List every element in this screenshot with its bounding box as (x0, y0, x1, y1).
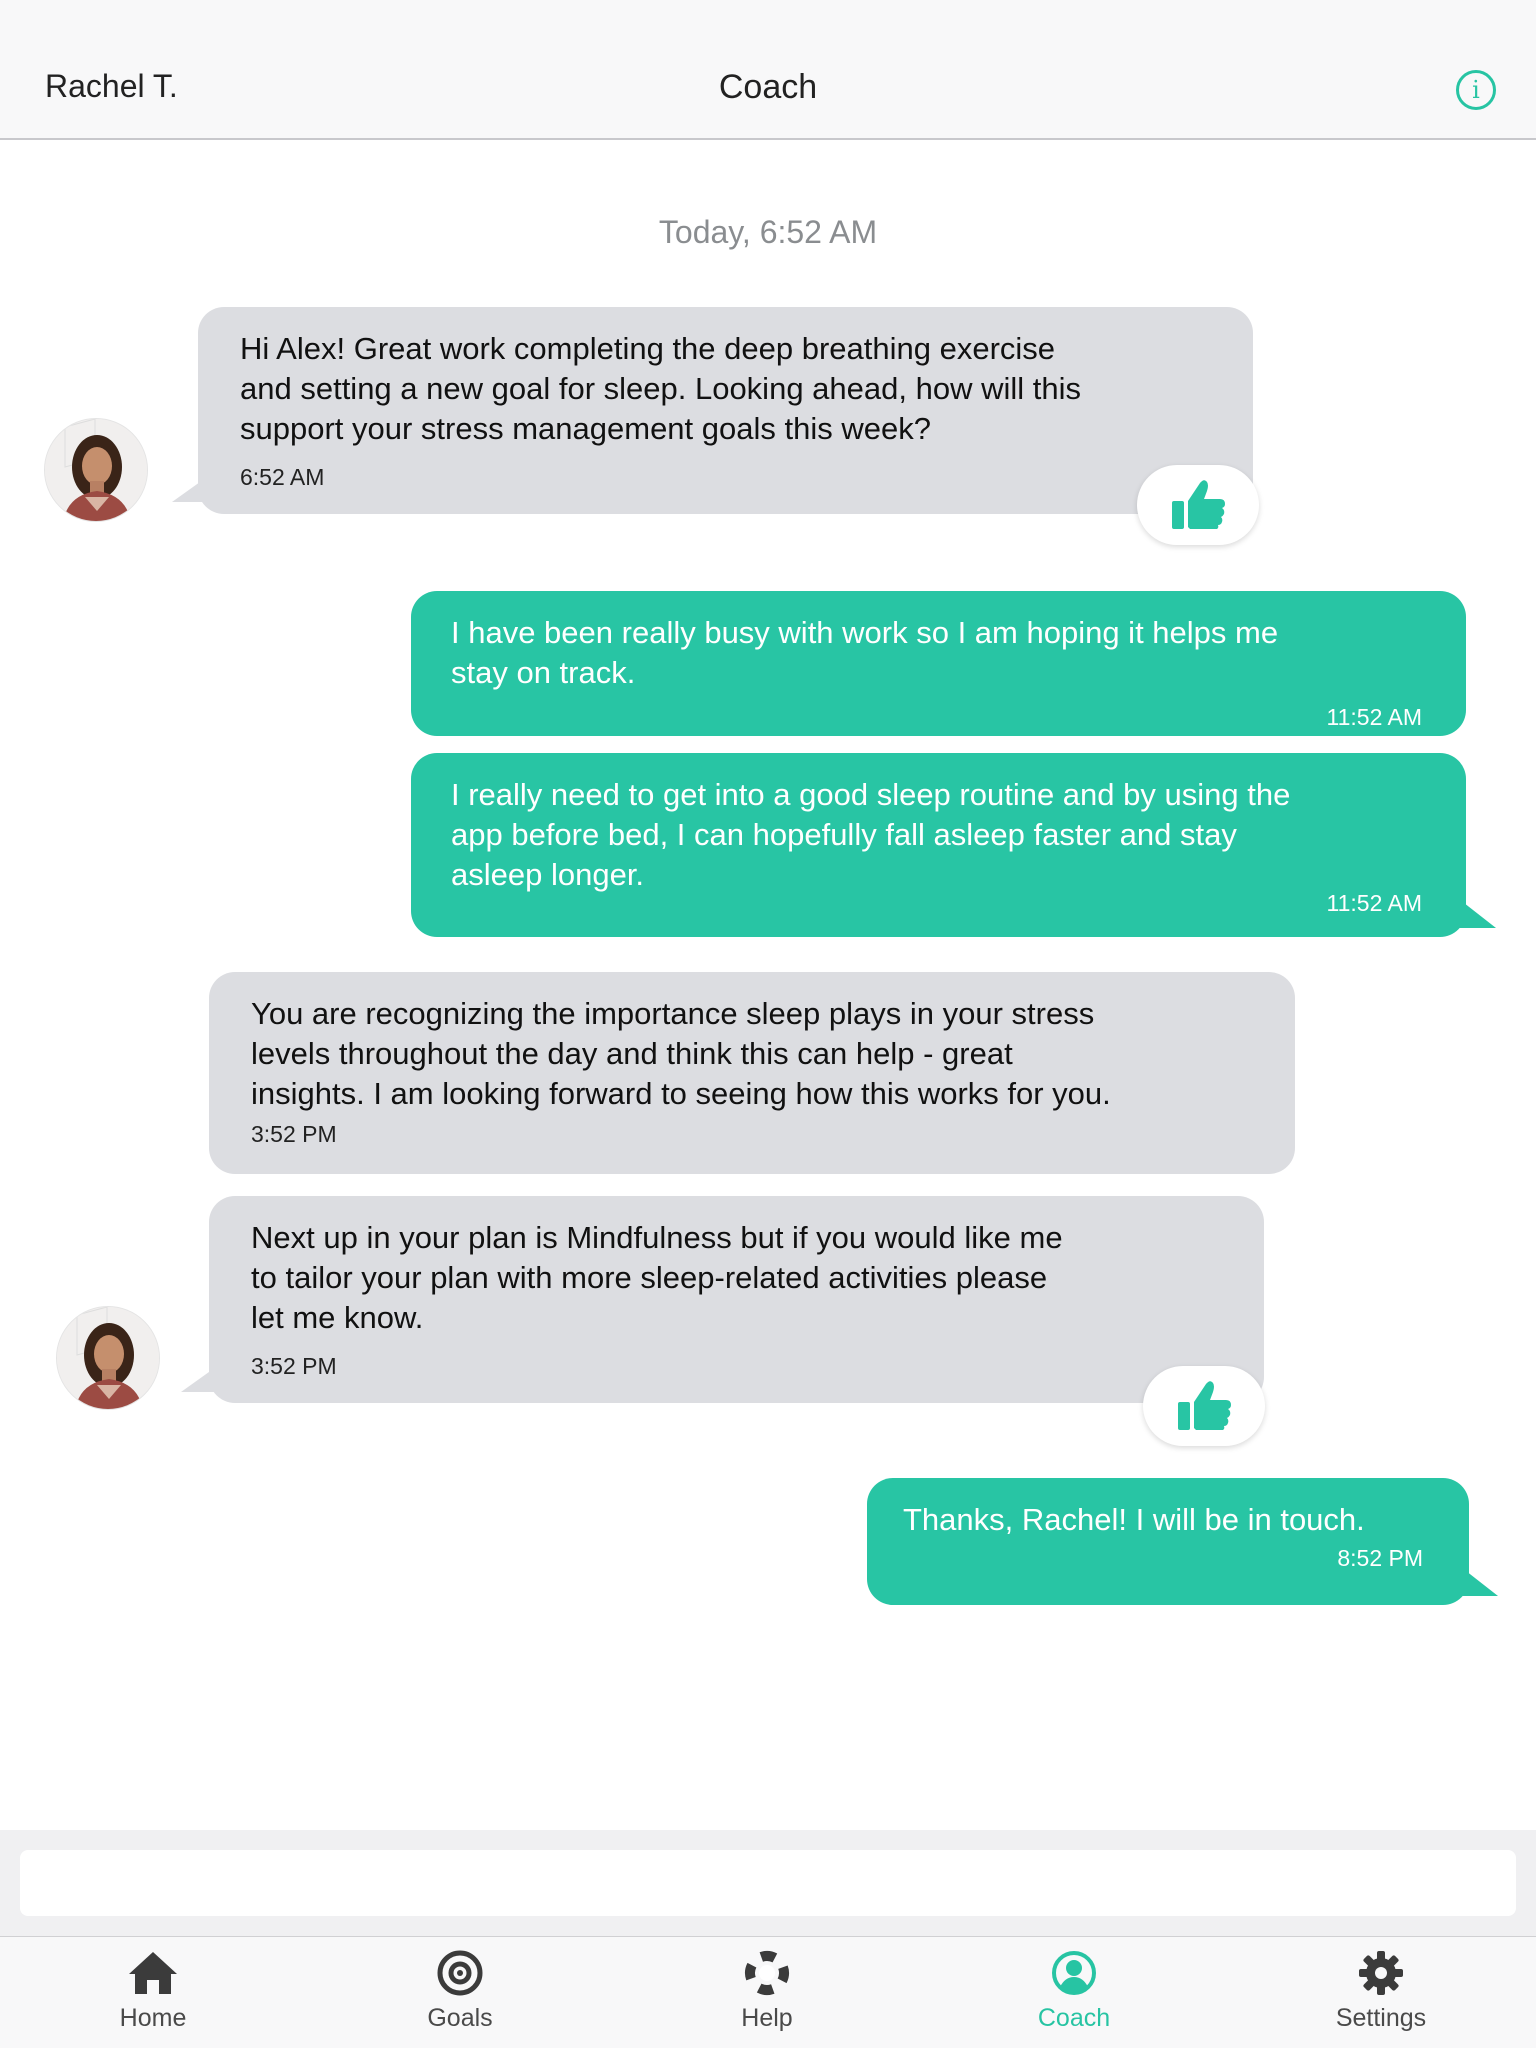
message-time: 8:52 PM (1337, 1545, 1423, 1571)
tab-label: Goals (427, 2004, 493, 2032)
message-text: Thanks, Rachel! I will be in touch. (903, 1502, 1365, 1537)
lifebuoy-icon (745, 1951, 789, 1995)
like-button[interactable] (1137, 465, 1259, 545)
coach-message-bubble: Hi Alex! Great work completing the deep … (198, 307, 1253, 514)
message-text: Hi Alex! Great work completing the deep … (240, 331, 1081, 446)
like-button[interactable] (1143, 1366, 1265, 1446)
message-time: 6:52 AM (240, 464, 325, 490)
user-message-bubble: I have been really busy with work so I a… (411, 591, 1466, 736)
top-nav-bar: Rachel T. Coach i (0, 0, 1536, 140)
message-time: 11:52 AM (1326, 704, 1422, 730)
coach-avatar (44, 418, 148, 522)
message-time: 3:52 PM (251, 1353, 337, 1379)
thumbs-up-icon (1178, 1381, 1231, 1430)
gear-icon (1359, 1951, 1403, 1995)
coach-message-bubble: Next up in your plan is Mindfulness but … (209, 1196, 1264, 1403)
tab-label: Home (119, 2004, 187, 2032)
target-icon (437, 1950, 483, 1996)
coach-message-bubble: You are recognizing the importance sleep… (209, 972, 1295, 1174)
tab-goals[interactable]: Goals (360, 1950, 560, 2033)
message-text: Next up in your plan is Mindfulness but … (251, 1220, 1063, 1335)
bubble-tail (1450, 892, 1496, 928)
coach-avatar (56, 1306, 160, 1410)
home-icon (129, 1952, 177, 1994)
info-icon[interactable]: i (1456, 70, 1496, 110)
user-message-bubble: Thanks, Rachel! I will be in touch. 8:52… (867, 1478, 1469, 1605)
message-text: I really need to get into a good sleep r… (451, 777, 1291, 892)
bubble-tail (1452, 1560, 1498, 1596)
tab-help[interactable]: Help (667, 1950, 867, 2033)
tab-label: Help (741, 2004, 793, 2032)
tab-coach[interactable]: Coach (974, 1950, 1174, 2033)
user-message-bubble: I really need to get into a good sleep r… (411, 753, 1466, 937)
message-text: I have been really busy with work so I a… (451, 615, 1279, 690)
thumbs-up-icon (1172, 480, 1225, 529)
message-input[interactable] (20, 1850, 1516, 1916)
coach-icon (1052, 1951, 1096, 1995)
page-title: Coach (718, 68, 818, 106)
tab-label: Coach (1037, 2004, 1111, 2032)
tab-settings[interactable]: Settings (1281, 1950, 1481, 2033)
tab-label: Settings (1335, 2004, 1427, 2032)
tab-home[interactable]: Home (53, 1950, 253, 2033)
message-text: You are recognizing the importance sleep… (251, 996, 1111, 1111)
date-separator: Today, 6:52 AM (658, 214, 878, 250)
message-time: 3:52 PM (251, 1121, 337, 1147)
